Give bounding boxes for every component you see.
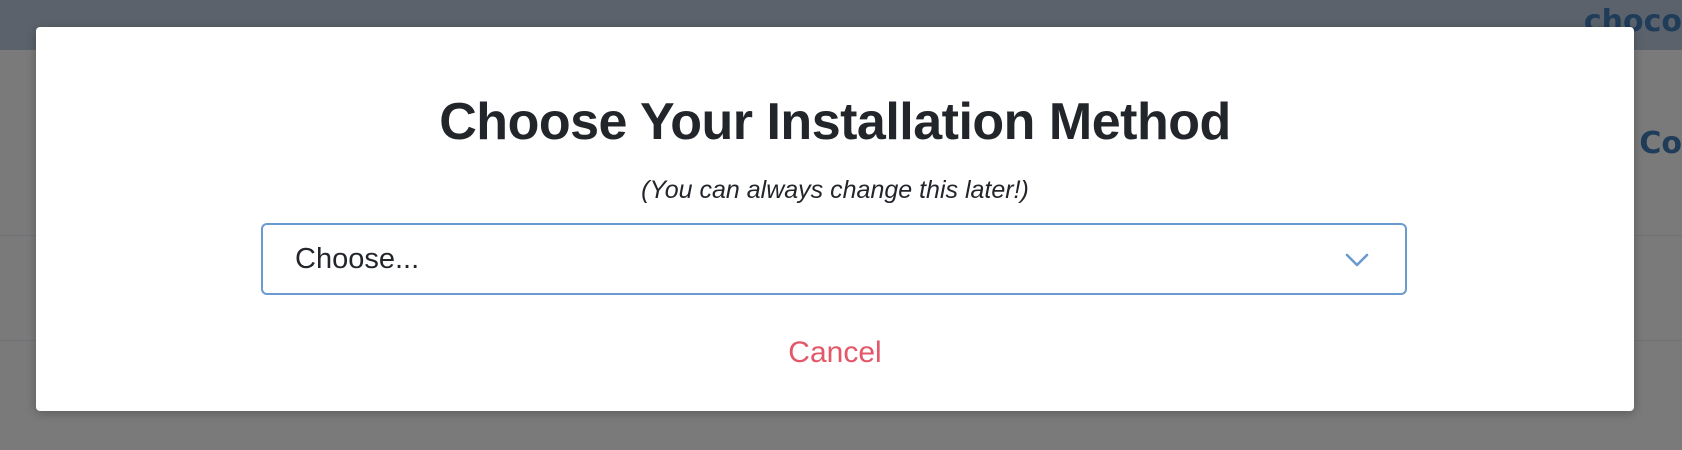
modal-title: Choose Your Installation Method [439, 93, 1231, 151]
installation-method-modal: Choose Your Installation Method (You can… [36, 27, 1634, 411]
cancel-button[interactable]: Cancel [36, 333, 1634, 373]
modal-subtitle: (You can always change this later!) [641, 176, 1029, 204]
select-value: Choose... [295, 243, 420, 275]
installation-method-select[interactable]: Choose... [261, 223, 1407, 295]
chevron-down-icon [1345, 253, 1369, 267]
page: choco Co Choose Your Installation Method… [0, 0, 1682, 450]
